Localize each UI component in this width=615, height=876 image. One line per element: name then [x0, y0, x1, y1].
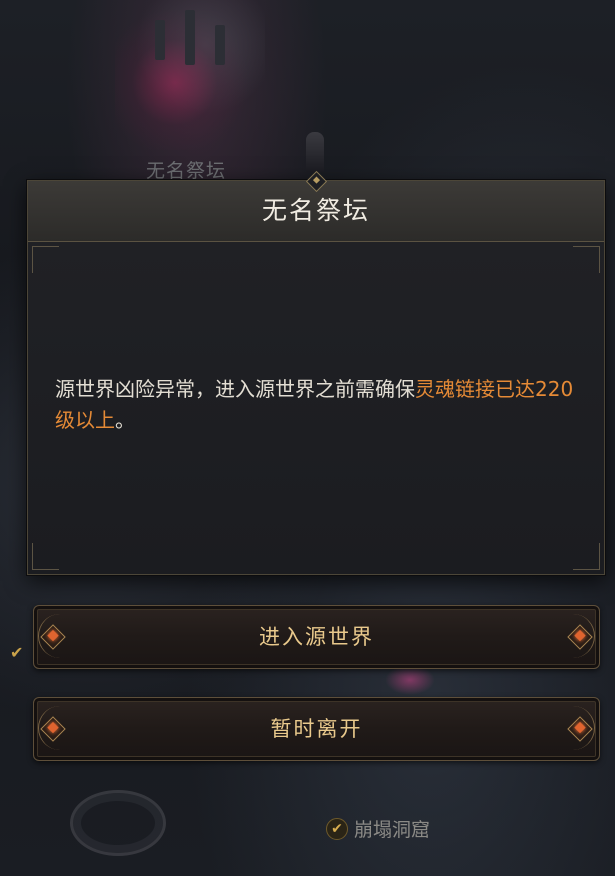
- corner-ornament: [573, 246, 600, 273]
- altar-marker-icon[interactable]: [306, 132, 324, 172]
- ruin-pillar: [215, 25, 225, 65]
- ruin-pillar: [155, 20, 165, 60]
- corner-ornament: [32, 543, 59, 570]
- dialog-message: 源世界凶险异常，进入源世界之前需确保灵魂链接已达220级以上。: [55, 374, 585, 436]
- dialog-body: 源世界凶险异常，进入源世界之前需确保灵魂链接已达220级以上。: [28, 242, 604, 574]
- corner-ornament: [32, 246, 59, 273]
- altar-ruins: [115, 0, 265, 150]
- message-end: 。: [115, 408, 135, 432]
- enter-source-world-button[interactable]: 进入源世界: [33, 605, 600, 669]
- corner-ornament: [573, 543, 600, 570]
- teleport-circle: [70, 790, 166, 856]
- altar-dialog: 无名祭坛 源世界凶险异常，进入源世界之前需确保灵魂链接已达220级以上。: [27, 170, 605, 575]
- map-location-name: 崩塌洞窟: [354, 819, 431, 841]
- map-location-label[interactable]: 无名祭坛: [146, 156, 226, 183]
- checkmark-icon: ✔: [326, 817, 348, 840]
- game-screen: 无名祭坛 ✔ ✔ 崩塌洞窟 无名祭坛 源世界凶险异常，进入源世界之前需确保灵魂链…: [0, 0, 615, 876]
- leave-button[interactable]: 暂时离开: [33, 697, 600, 761]
- map-glow: [385, 665, 435, 695]
- checkmark-icon: ✔: [10, 643, 24, 662]
- leave-button-label: 暂时离开: [270, 717, 363, 741]
- map-location-tag[interactable]: ✔ 崩塌洞窟: [326, 815, 430, 842]
- message-text: 源世界凶险异常，进入源世界之前需确保: [55, 377, 415, 401]
- enter-button-label: 进入源世界: [259, 625, 374, 649]
- ruin-pillar: [185, 10, 195, 65]
